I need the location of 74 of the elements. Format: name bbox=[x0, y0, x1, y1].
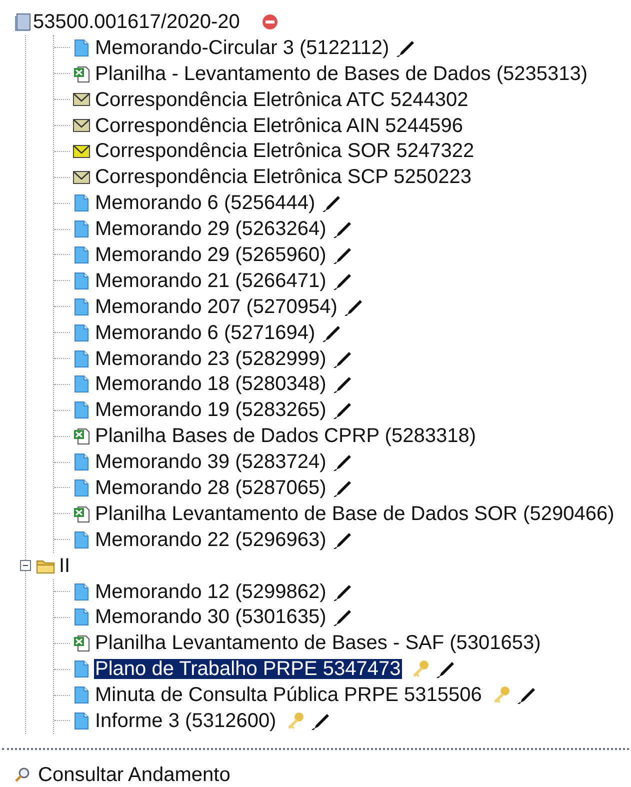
pen-icon bbox=[333, 582, 352, 601]
document-icon bbox=[74, 712, 88, 730]
document-icon bbox=[74, 272, 88, 290]
pen-icon bbox=[333, 608, 352, 626]
document-link[interactable]: Planilha Levantamento de Bases - SAF (5301653) bbox=[94, 633, 542, 654]
pen-icon bbox=[333, 530, 352, 549]
pen-icon bbox=[311, 712, 330, 730]
pen-icon bbox=[333, 246, 352, 264]
document-link[interactable]: Correspondência Eletrônica SOR 5247322 bbox=[94, 141, 476, 162]
document-icon bbox=[74, 324, 88, 342]
pen-icon bbox=[333, 478, 352, 497]
pen-icon bbox=[322, 324, 340, 342]
document-link[interactable]: Informe 3 (5312600) bbox=[94, 710, 278, 731]
document-icon bbox=[74, 298, 88, 316]
document-link[interactable]: Correspondência Eletrônica SCP 5250223 bbox=[94, 167, 473, 188]
pen-icon bbox=[333, 220, 352, 238]
spreadsheet-icon bbox=[72, 634, 90, 652]
collapse-toggle[interactable] bbox=[20, 560, 31, 572]
document-icon bbox=[74, 582, 88, 601]
document-link[interactable]: Memorando 23 (5282999) bbox=[94, 348, 328, 369]
document-link[interactable]: Planilha Bases de Dados CPRP (5283318) bbox=[94, 426, 477, 446]
document-link[interactable]: Memorando 6 (5271694) bbox=[94, 322, 316, 343]
document-link[interactable]: Memorando 30 (5301635) bbox=[94, 607, 328, 628]
search-icon bbox=[14, 766, 30, 783]
consultar-andamento-link[interactable]: Consultar Andamento bbox=[38, 760, 230, 787]
spreadsheet-icon bbox=[72, 504, 90, 523]
spreadsheet-icon bbox=[72, 427, 90, 446]
document-icon bbox=[74, 194, 88, 212]
document-link[interactable]: Memorando 12 (5299862) bbox=[94, 582, 328, 602]
pen-icon bbox=[333, 453, 352, 472]
document-icon bbox=[74, 686, 88, 704]
document-icon bbox=[74, 375, 88, 394]
document-link[interactable]: Memorando 19 (5283265) bbox=[94, 400, 328, 420]
process-number[interactable]: 53500.001617/2020-20 bbox=[33, 6, 240, 37]
document-link[interactable]: Memorando 18 (5280348) bbox=[94, 374, 328, 394]
document-link[interactable]: Memorando 6 (5256444) bbox=[94, 193, 316, 214]
folder-label[interactable]: II bbox=[59, 550, 70, 581]
document-link[interactable]: Memorando 29 (5263264) bbox=[94, 219, 328, 240]
pen-icon bbox=[333, 375, 352, 394]
document-link[interactable]: Planilha Levantamento de Base de Dados SOR (5290466) bbox=[94, 504, 616, 524]
document-link[interactable]: Memorando 22 (5296963) bbox=[94, 530, 328, 550]
process-icon bbox=[14, 12, 32, 32]
pen-icon bbox=[396, 38, 414, 57]
document-link[interactable]: Memorando-Circular 3 (5122112) bbox=[94, 38, 390, 58]
pen-icon bbox=[333, 272, 352, 290]
pen-icon bbox=[516, 686, 535, 704]
document-link[interactable]: Minuta de Consulta Pública PRPE 5315506 bbox=[94, 685, 483, 706]
document-icon bbox=[74, 246, 88, 264]
pen-icon bbox=[344, 298, 362, 316]
folder-icon bbox=[36, 558, 56, 574]
document-link[interactable]: Memorando 39 (5283724) bbox=[94, 452, 328, 472]
document-link[interactable]: Memorando 207 (5270954) bbox=[94, 296, 338, 317]
document-link[interactable]: Memorando 21 (5266471) bbox=[94, 270, 328, 291]
blocked-icon bbox=[262, 14, 278, 30]
pen-icon bbox=[333, 401, 352, 420]
document-link[interactable]: Memorando 29 (5265960) bbox=[94, 244, 328, 265]
document-icon bbox=[74, 350, 88, 368]
document-icon bbox=[74, 38, 88, 57]
document-icon bbox=[74, 660, 88, 678]
document-icon bbox=[74, 478, 88, 497]
spreadsheet-icon bbox=[72, 64, 90, 83]
document-icon bbox=[74, 220, 88, 238]
document-link[interactable]: Plano de Trabalho PRPE 5347473 bbox=[94, 659, 402, 680]
pen-icon bbox=[436, 660, 454, 678]
document-link[interactable]: Correspondência Eletrônica ATC 5244302 bbox=[94, 90, 470, 110]
document-icon bbox=[74, 453, 88, 472]
document-icon bbox=[74, 530, 88, 549]
document-icon bbox=[74, 401, 88, 420]
pen-icon bbox=[333, 350, 352, 368]
document-icon bbox=[74, 608, 88, 626]
document-link[interactable]: Planilha - Levantamento de Bases de Dados (5235313) bbox=[94, 64, 589, 84]
document-link[interactable]: Memorando 28 (5287065) bbox=[94, 478, 328, 498]
pen-icon bbox=[322, 194, 340, 212]
document-link[interactable]: Correspondência Eletrônica AIN 5244596 bbox=[94, 116, 464, 136]
